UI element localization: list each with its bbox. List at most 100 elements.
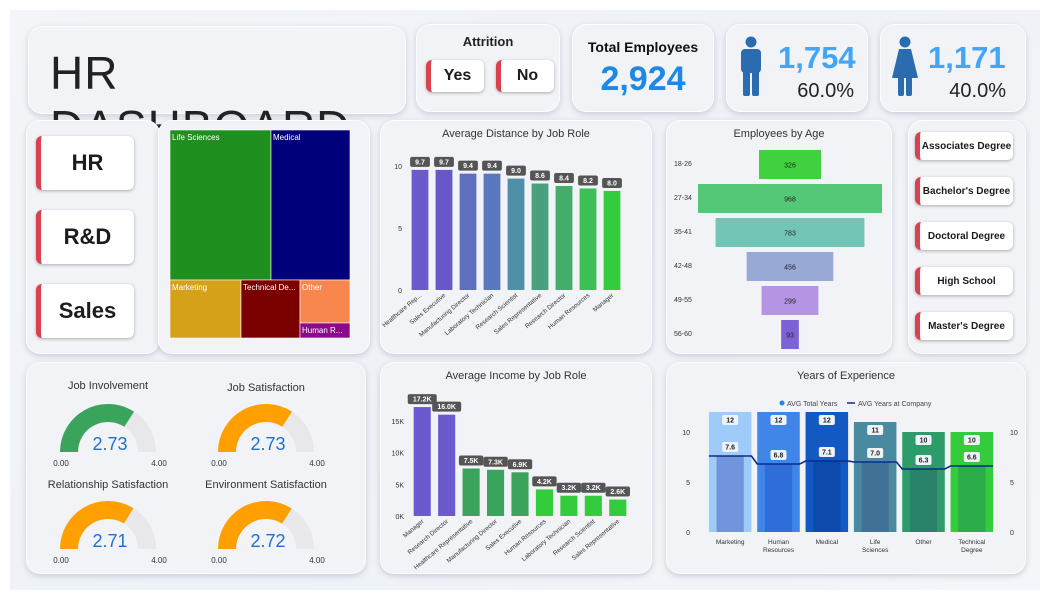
department-button-rnd[interactable]: R&D <box>36 210 134 264</box>
gauge-title: Environment Satisfaction <box>205 479 327 491</box>
income-bar <box>535 489 553 516</box>
gauge-min-label: 0.00 <box>53 459 69 468</box>
experience-company-bar <box>716 456 744 532</box>
education-button-doctoral[interactable]: Doctoral Degree <box>915 222 1013 250</box>
title-card: HR DASHBOARD <box>28 26 406 153</box>
income-category-label: Human Resources <box>503 518 547 557</box>
experience-total-label: 12 <box>775 418 783 425</box>
gauge-min-label: 0.00 <box>53 556 69 565</box>
income-ytick-label: 10K <box>392 451 405 458</box>
distance-category-label: Research Scientist <box>475 292 520 331</box>
department-button-hr[interactable]: HR <box>36 136 134 190</box>
distance-value-label: 8.6 <box>535 173 545 180</box>
experience-company-bar <box>861 462 889 532</box>
avg-income-card: Average Income by Job Role 0K 5K 10K 15K 17.… <box>380 362 652 574</box>
experience-company-label: 6.8 <box>774 453 784 460</box>
experience-ytick-right: 10 <box>1010 430 1018 437</box>
experience-ytick-left: 10 <box>682 430 690 437</box>
distance-bar <box>603 190 621 290</box>
education-button-bachelors[interactable]: Bachelor's Degree <box>915 177 1013 205</box>
distance-category-label: Human Resources <box>547 292 591 331</box>
experience-category-label: Other <box>915 539 932 546</box>
age-category-label: 56-60 <box>674 331 692 338</box>
education-button-masters[interactable]: Master's Degree <box>915 312 1013 340</box>
distance-bar <box>411 169 429 290</box>
treemap-tile <box>169 129 272 281</box>
distance-value-label: 9.7 <box>415 159 425 166</box>
gauge-min-label: 0.00 <box>211 459 227 468</box>
distance-category-label: Research Director <box>524 292 567 330</box>
experience-category-label: Medical <box>816 539 839 546</box>
gauge-value: 2.72 <box>250 531 285 551</box>
age-card: Employees by Age 18-26 326 27-34 968 35-41 78… <box>666 120 892 354</box>
treemap-label: Other <box>302 283 322 292</box>
income-value-label: 2.6K <box>610 489 625 496</box>
gauge-title: Job Satisfaction <box>227 382 305 394</box>
distance-bar <box>531 183 549 290</box>
income-bar <box>511 472 529 516</box>
income-bar <box>609 499 627 516</box>
experience-category-label-line2: Sciences <box>862 547 889 554</box>
treemap-label: Life Sciences <box>172 133 220 142</box>
experience-total-label: 11 <box>871 428 879 435</box>
age-value-label: 93 <box>786 333 794 340</box>
experience-company-bar <box>813 461 841 532</box>
age-value-label: 299 <box>784 299 796 306</box>
distance-category-label: Manager <box>592 292 616 313</box>
distance-bar <box>459 173 477 290</box>
education-button-high-school[interactable]: High School <box>915 267 1013 295</box>
total-employees-card: Total Employees 2,924 <box>572 24 714 112</box>
avg-income-chart: 0K5K10K15K17.2KManager16.0KResearch Dire… <box>392 394 630 571</box>
income-value-label: 6.9K <box>513 462 528 469</box>
dashboard-canvas: HR DASHBOARD Attrition Yes No Total Empl… <box>10 10 1040 590</box>
income-value-label: 4.2K <box>537 479 552 486</box>
income-category-label: Sales Representative <box>571 518 622 562</box>
male-card: 1,754 60.0% <box>726 24 868 112</box>
income-bar <box>413 407 431 516</box>
legend-label-company: AVG Years at Company <box>858 401 932 408</box>
income-value-label: 17.2K <box>413 397 432 404</box>
gauge-value: 2.73 <box>250 434 285 454</box>
male-percent: 60.0% <box>797 80 854 102</box>
experience-category-label: Human <box>768 539 789 546</box>
age-category-label: 27-34 <box>674 195 692 202</box>
experience-chart: AVG Total Years AVG Years at Company 0 0 5 5 1… <box>682 400 1018 554</box>
attrition-yes-button[interactable]: Yes <box>426 60 484 92</box>
age-value-label: 326 <box>784 163 796 170</box>
education-field-treemap-card: Life Sciences Medical Marketing Technical D… <box>158 120 370 354</box>
attrition-card: Attrition Yes No <box>416 24 560 112</box>
distance-value-label: 8.0 <box>607 180 617 187</box>
distance-bar <box>483 173 501 290</box>
distance-value-label: 8.4 <box>559 176 569 183</box>
experience-total-label: 12 <box>823 418 831 425</box>
distance-ytick-label: 10 <box>394 164 402 171</box>
female-percent: 40.0% <box>949 80 1006 102</box>
experience-category-label: Marketing <box>716 539 745 546</box>
income-ytick-label: 5K <box>395 482 404 489</box>
attrition-title: Attrition <box>462 34 514 49</box>
experience-card: Years of Experience AVG Total Years AVG Y… <box>666 362 1026 574</box>
education-button-associates[interactable]: Associates Degree <box>915 132 1013 160</box>
treemap-label: Human R... <box>302 326 342 335</box>
attrition-no-button[interactable]: No <box>496 60 554 92</box>
total-employees-value: 2,924 <box>600 60 686 98</box>
experience-ytick-left: 5 <box>686 480 690 487</box>
experience-company-label: 7.1 <box>822 450 832 457</box>
distance-ytick-label: 5 <box>398 226 402 233</box>
experience-company-bar <box>764 464 793 532</box>
distance-value-label: 9.4 <box>487 163 497 170</box>
age-category-label: 18-26 <box>674 161 692 168</box>
income-value-label: 16.0K <box>437 404 456 411</box>
age-value-label: 456 <box>784 265 796 272</box>
female-card: 1,171 40.0% <box>880 24 1026 112</box>
income-category-label: Manager <box>402 518 426 539</box>
age-category-label: 35-41 <box>674 229 692 236</box>
experience-ytick-right: 5 <box>1010 480 1014 487</box>
gauge-max-label: 4.00 <box>151 459 167 468</box>
experience-company-bar <box>958 466 986 532</box>
income-bar <box>438 414 456 516</box>
experience-total-label: 12 <box>726 418 734 425</box>
income-value-label: 3.2K <box>561 485 576 492</box>
department-button-sales[interactable]: Sales <box>36 284 134 338</box>
education-slicer-card: Associates Degree Bachelor's Degree Doct… <box>908 120 1026 354</box>
